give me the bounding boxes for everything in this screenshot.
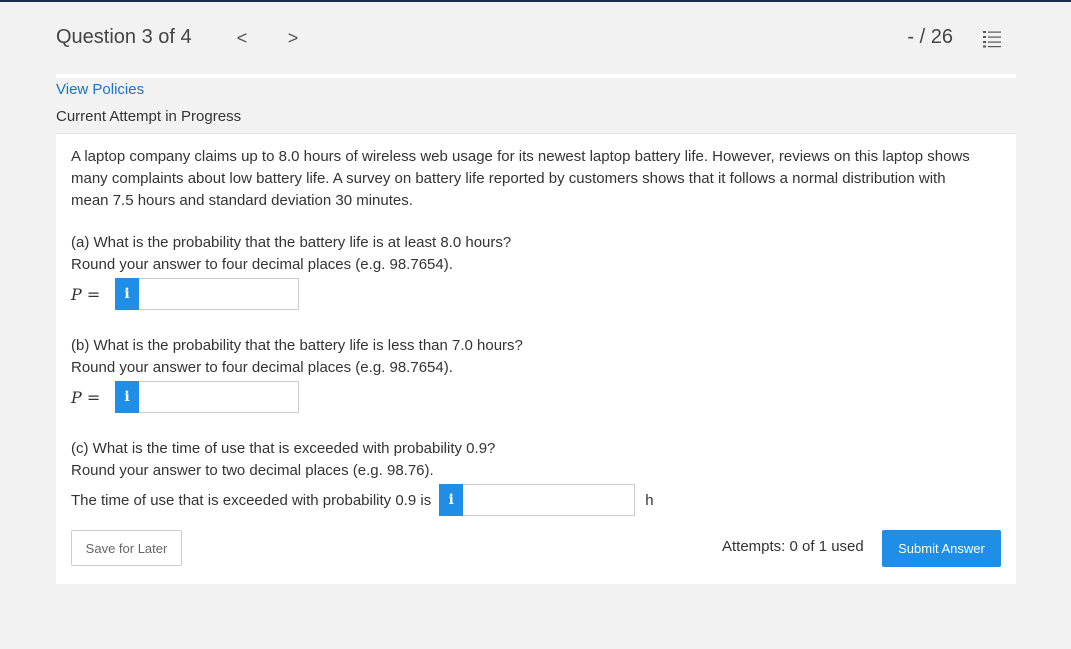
question-header: Question 3 of 4 < > - / 26 <box>0 2 1071 72</box>
view-policies-link[interactable]: View Policies <box>56 78 1016 106</box>
score-display: - / 26 <box>907 26 953 48</box>
part-c-answer-row: The time of use that is exceeded with pr… <box>71 483 654 517</box>
part-c-question: (c) What is the time of use that is exce… <box>71 440 496 457</box>
submit-answer-button[interactable]: Submit Answer <box>882 530 1001 567</box>
part-a-question: (a) What is the probability that the bat… <box>71 234 512 251</box>
part-a-answer-row: P = i <box>71 277 299 311</box>
part-a-label: P = <box>71 285 115 304</box>
attempt-status-heading: Current Attempt in Progress <box>56 106 1016 134</box>
part-b-answer-input[interactable] <box>139 381 299 413</box>
info-icon[interactable]: i <box>439 484 464 516</box>
part-a-instruction: Round your answer to four decimal places… <box>71 256 453 273</box>
previous-question-icon[interactable]: < <box>234 28 250 49</box>
part-c-answer-input[interactable] <box>463 484 636 516</box>
part-b-answer-row: P = i <box>71 380 299 414</box>
save-for-later-button[interactable]: Save for Later <box>71 530 182 566</box>
part-a: (a) What is the probability that the bat… <box>71 232 511 276</box>
part-b-question: (b) What is the probability that the bat… <box>71 337 523 354</box>
problem-statement: A laptop company claims up to 8.0 hours … <box>71 148 970 209</box>
part-c-instruction: Round your answer to two decimal places … <box>71 462 434 479</box>
part-b-label-var: P <box>71 387 82 407</box>
info-icon[interactable]: i <box>115 278 139 310</box>
question-card: View Policies Current Attempt in Progres… <box>56 74 1016 584</box>
part-b-label-eq: = <box>81 387 101 407</box>
part-a-label-eq: = <box>81 284 101 304</box>
part-b: (b) What is the probability that the bat… <box>71 335 523 379</box>
part-c-unit: h <box>645 491 654 509</box>
question-list-icon[interactable] <box>983 30 1001 48</box>
part-a-answer-input[interactable] <box>139 278 299 310</box>
question-body: A laptop company claims up to 8.0 hours … <box>56 134 1016 584</box>
info-icon[interactable]: i <box>115 381 139 413</box>
next-question-icon[interactable]: > <box>285 28 301 49</box>
part-c: (c) What is the time of use that is exce… <box>71 438 495 482</box>
part-b-label: P = <box>71 388 115 407</box>
part-b-instruction: Round your answer to four decimal places… <box>71 359 453 376</box>
part-c-label: The time of use that is exceeded with pr… <box>71 491 432 509</box>
attempts-counter: Attempts: 0 of 1 used <box>722 538 864 555</box>
question-counter: Question 3 of 4 <box>56 26 192 48</box>
part-a-label-var: P <box>71 284 82 304</box>
